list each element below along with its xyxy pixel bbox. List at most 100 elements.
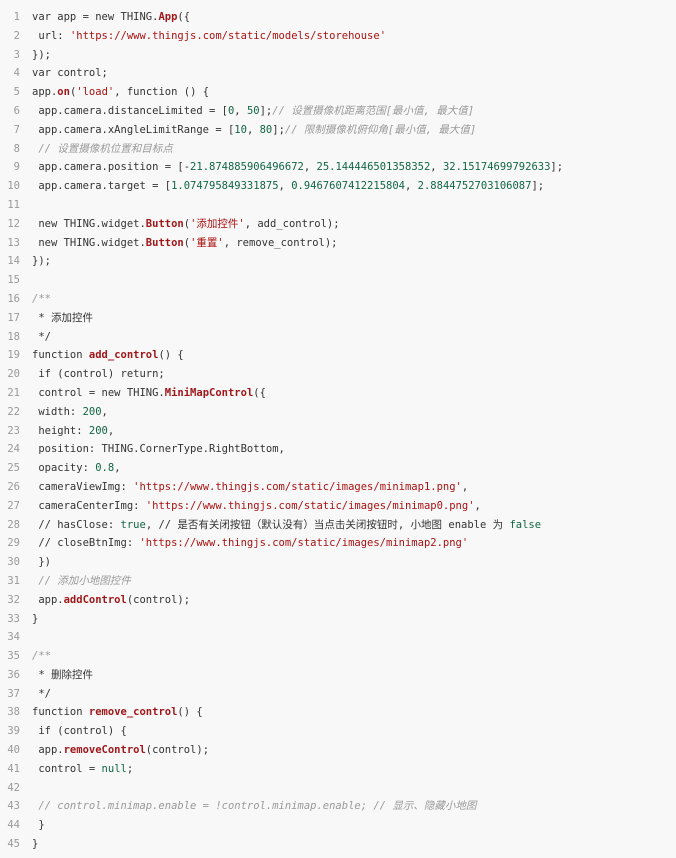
code-token: app.camera.target = [ — [32, 180, 172, 193]
code-token: Button — [145, 236, 184, 249]
line-number: 10 — [7, 180, 20, 193]
code-token: add_control — [88, 349, 159, 362]
code-token: width: — [32, 405, 83, 418]
code-token: new THING.widget. — [32, 217, 146, 230]
line-code: */ — [32, 328, 51, 347]
code-token: app. — [32, 744, 64, 757]
line-code: position: THING.CornerType.RightBottom, — [32, 440, 285, 459]
line-code: cameraCenterImg: 'https://www.thingjs.co… — [32, 497, 481, 516]
code-line: 13 new THING.widget.Button('重置', remove_… — [0, 234, 676, 253]
code-line: 33} — [0, 610, 676, 629]
line-code: url: 'https://www.thingjs.com/static/mod… — [32, 27, 386, 46]
code-line: 32 app.addControl(control); — [0, 591, 676, 610]
line-number: 4 — [13, 67, 20, 80]
line-code: }); — [32, 46, 51, 65]
code-token: new THING.widget. — [32, 236, 146, 249]
line-number: 34 — [7, 631, 20, 644]
line-number: 38 — [7, 706, 20, 719]
code-token: function — [32, 349, 89, 362]
line-number: 6 — [13, 104, 20, 117]
line-number: 8 — [13, 142, 20, 155]
code-token: , // 是否有关闭按钮（默认没有）当点击关闭按钮时, 小地图 enable 为 — [145, 518, 510, 531]
code-token: * 添加控件 — [32, 311, 93, 324]
code-line: 45} — [0, 835, 676, 854]
code-token: // hasClose: — [32, 518, 121, 531]
code-token: addControl — [63, 593, 127, 606]
line-number: 43 — [7, 800, 20, 813]
code-line: 9 app.camera.position = [-21.87488590649… — [0, 158, 676, 177]
code-token: url: — [32, 29, 70, 42]
line-code: */ — [32, 685, 51, 704]
line-code: if (control) return; — [32, 365, 164, 384]
code-token: false — [509, 518, 542, 531]
code-token: }); — [32, 48, 51, 61]
line-code: } — [32, 816, 45, 835]
code-line: 34 — [0, 628, 676, 647]
code-token: (control); — [126, 593, 191, 606]
line-code: width: 200, — [32, 403, 108, 422]
line-code: }) — [32, 553, 51, 572]
line-number: 37 — [7, 687, 20, 700]
code-token: 2.8844752703106087 — [417, 180, 532, 193]
code-line: 43 // control.minimap.enable = !control.… — [0, 797, 676, 816]
line-code: /** — [32, 647, 51, 666]
line-number: 17 — [7, 311, 20, 324]
code-token: ]; — [550, 161, 564, 174]
code-token: var app = new THING. — [32, 11, 159, 23]
code-token: position: THING.CornerType.RightBottom, — [32, 443, 285, 456]
code-token: MiniMapControl — [164, 386, 254, 399]
line-number: 3 — [13, 48, 20, 61]
line-number: 30 — [7, 556, 20, 569]
line-number: 36 — [7, 668, 20, 681]
line-number: 40 — [7, 744, 20, 757]
code-token: // 设置摄像机距离范围[最小值, 最大值] — [272, 104, 475, 117]
line-number: 32 — [7, 593, 20, 606]
code-token: , function () { — [114, 86, 210, 99]
code-line: 11 — [0, 196, 676, 215]
code-token: 32.15174699792633 — [442, 161, 551, 174]
line-code: control = null; — [32, 760, 133, 779]
code-token: // closeBtnImg: — [32, 537, 140, 550]
code-line: 35 /** — [0, 647, 676, 666]
line-code: var control; — [32, 64, 108, 83]
line-code: // 添加小地图控件 — [32, 572, 131, 591]
line-number: 25 — [7, 462, 20, 475]
code-line: 25 opacity: 0.8, — [0, 459, 676, 478]
line-number: 29 — [7, 537, 20, 550]
code-token: '添加控件' — [190, 217, 245, 230]
code-token: 25.144446501358352 — [316, 161, 431, 174]
code-line: 26 cameraViewImg: 'https://www.thingjs.c… — [0, 478, 676, 497]
code-line: 3}); — [0, 46, 676, 65]
line-number: 19 — [7, 349, 20, 362]
code-token: app.camera.xAngleLimitRange = [ — [32, 123, 235, 136]
code-token: , — [461, 480, 469, 493]
line-code: app.camera.xAngleLimitRange = [10, 80];/… — [32, 121, 476, 140]
line-code: function add_control() { — [32, 346, 184, 365]
line-code: app.removeControl(control); — [32, 741, 209, 760]
code-token: ]; — [531, 180, 545, 193]
code-line: 10 app.camera.target = [1.07479584933187… — [0, 177, 676, 196]
line-number: 33 — [7, 612, 20, 625]
code-token: // 添加小地图控件 — [32, 574, 131, 587]
code-token: if (control) { — [32, 725, 127, 738]
code-token: , remove_control); — [223, 236, 338, 249]
line-code: // 设置摄像机位置和目标点 — [32, 140, 172, 159]
code-token: 'https://www.thingjs.com/static/images/m… — [145, 499, 475, 512]
line-code: opacity: 0.8, — [32, 459, 120, 478]
line-number: 24 — [7, 443, 20, 456]
code-token: , — [101, 405, 108, 418]
line-code: } — [32, 610, 38, 629]
code-token: 0.9467607412215804 — [291, 180, 405, 193]
code-token: (control); — [145, 744, 210, 757]
code-line: 15 — [0, 271, 676, 290]
line-code: * 添加控件 — [32, 309, 93, 328]
code-token: control = — [32, 762, 102, 775]
code-token: 10 — [234, 123, 247, 136]
code-token: } — [32, 819, 45, 832]
line-number: 41 — [7, 762, 20, 775]
code-token: } — [32, 838, 39, 851]
code-token: ({ — [253, 386, 266, 399]
line-number: 23 — [7, 424, 20, 437]
code-line: 29 // closeBtnImg: 'https://www.thingjs.… — [0, 534, 676, 553]
code-token: removeControl — [63, 744, 146, 757]
